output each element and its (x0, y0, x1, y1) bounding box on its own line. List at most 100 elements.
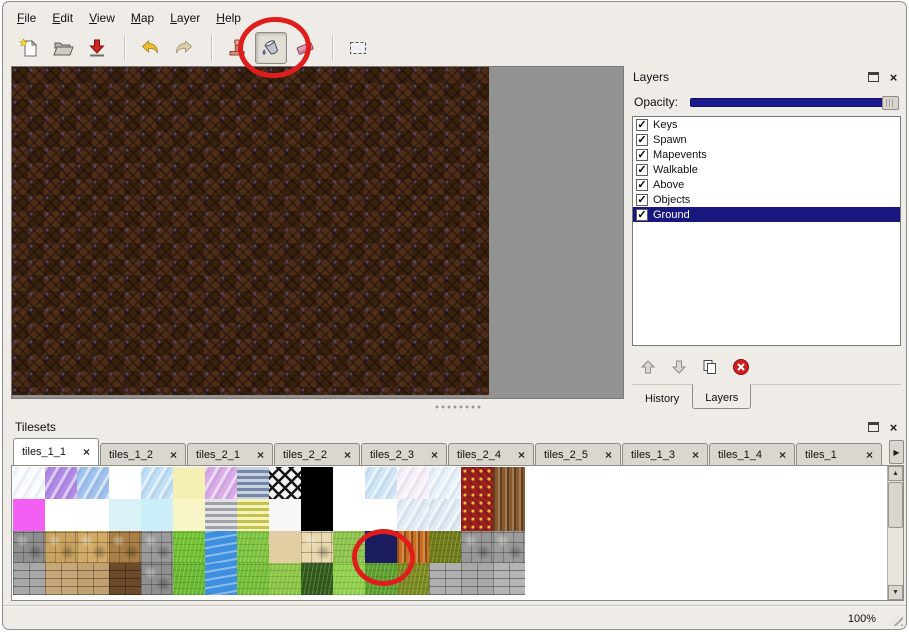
tab-close-icon[interactable]: × (692, 448, 699, 462)
palette-tile-r0c4[interactable] (141, 467, 173, 499)
tab-close-icon[interactable]: × (518, 448, 525, 462)
tileset-tab-tiles_2_2[interactable]: tiles_2_2× (274, 443, 360, 465)
tab-close-icon[interactable]: × (170, 448, 177, 462)
layer-visibility-checkbox[interactable]: ✓ (636, 194, 648, 206)
menu-item-file[interactable]: File (9, 7, 44, 28)
palette-tile-r2c7[interactable] (237, 531, 269, 563)
palette-tile-r1c15[interactable] (493, 499, 525, 531)
menu-item-layer[interactable]: Layer (162, 7, 208, 28)
tab-close-icon[interactable]: × (83, 445, 90, 459)
dock-tab-layers[interactable]: Layers (692, 384, 751, 409)
palette-tile-r0c9[interactable] (301, 467, 333, 499)
palette-tile-r3c1[interactable] (45, 563, 77, 595)
palette-tile-r2c15[interactable] (493, 531, 525, 563)
palette-tile-r0c2[interactable] (77, 467, 109, 499)
palette-tile-r1c13[interactable] (429, 499, 461, 531)
layer-visibility-checkbox[interactable]: ✓ (636, 119, 648, 131)
scroll-down-icon[interactable]: ▼ (888, 585, 903, 600)
tileset-tab-tiles_1_1[interactable]: tiles_1_1× (13, 438, 99, 465)
palette-tile-r0c14[interactable] (461, 467, 493, 499)
layer-visibility-checkbox[interactable]: ✓ (636, 179, 648, 191)
palette-tile-r0c10[interactable] (333, 467, 365, 499)
palette-tile-r0c6[interactable] (205, 467, 237, 499)
palette-tile-r1c10[interactable] (333, 499, 365, 531)
palette-tile-r0c7[interactable] (237, 467, 269, 499)
palette-tile-r3c14[interactable] (461, 563, 493, 595)
palette-tile-r1c8[interactable] (269, 499, 301, 531)
tab-close-icon[interactable]: × (779, 448, 786, 462)
tab-close-icon[interactable]: × (257, 448, 264, 462)
tileset-tab-tiles_2_1[interactable]: tiles_2_1× (187, 443, 273, 465)
palette-tile-r2c13[interactable] (429, 531, 461, 563)
tileset-tab-tiles_2_5[interactable]: tiles_2_5× (535, 443, 621, 465)
palette-tile-r1c3[interactable] (109, 499, 141, 531)
layer-row-walkable[interactable]: ✓Walkable (633, 162, 900, 177)
tab-close-icon[interactable]: × (431, 448, 438, 462)
palette-tile-r3c5[interactable] (173, 563, 205, 595)
palette-tile-r2c6[interactable] (205, 531, 237, 563)
float-panel-icon[interactable] (868, 422, 879, 432)
scrollbar-thumb[interactable] (888, 482, 903, 528)
palette-tile-r3c15[interactable] (493, 563, 525, 595)
tab-close-icon[interactable]: × (605, 448, 612, 462)
tileset-tab-tiles_2_3[interactable]: tiles_2_3× (361, 443, 447, 465)
palette-tile-r0c11[interactable] (365, 467, 397, 499)
layer-row-keys[interactable]: ✓Keys (633, 117, 900, 132)
tab-close-icon[interactable]: × (866, 448, 873, 462)
tileset-tab-tiles_1[interactable]: tiles_1× (796, 443, 882, 465)
layer-visibility-checkbox[interactable]: ✓ (636, 149, 648, 161)
open-button[interactable] (47, 32, 79, 64)
palette-tile-r1c0[interactable] (13, 499, 45, 531)
undo-button[interactable] (134, 32, 166, 64)
duplicate-layer-button[interactable] (701, 358, 719, 376)
rect-select-tool-button[interactable] (342, 32, 374, 64)
palette-tile-r3c7[interactable] (237, 563, 269, 595)
close-panel-icon[interactable]: × (887, 422, 900, 433)
palette-tile-r0c15[interactable] (493, 467, 525, 499)
palette-tile-r0c0[interactable] (13, 467, 45, 499)
tab-close-icon[interactable]: × (344, 448, 351, 462)
tileset-tab-tiles_1_4[interactable]: tiles_1_4× (709, 443, 795, 465)
menu-item-map[interactable]: Map (123, 7, 162, 28)
palette-tile-r0c5[interactable] (173, 467, 205, 499)
palette-tile-r2c9[interactable] (301, 531, 333, 563)
layer-row-objects[interactable]: ✓Objects (633, 192, 900, 207)
palette-tile-r2c3[interactable] (109, 531, 141, 563)
raise-layer-button[interactable] (639, 358, 657, 376)
map-canvas[interactable] (12, 67, 489, 395)
new-map-button[interactable] (13, 32, 45, 64)
palette-tile-r3c0[interactable] (13, 563, 45, 595)
palette-tile-r0c12[interactable] (397, 467, 429, 499)
palette-tile-r3c3[interactable] (109, 563, 141, 595)
palette-tile-r3c9[interactable] (301, 563, 333, 595)
tileset-tab-tiles_1_2[interactable]: tiles_1_2× (100, 443, 186, 465)
opacity-slider-handle[interactable] (882, 96, 899, 110)
palette-tile-r0c13[interactable] (429, 467, 461, 499)
menu-item-help[interactable]: Help (208, 7, 249, 28)
redo-button[interactable] (168, 32, 200, 64)
close-panel-icon[interactable]: × (887, 72, 900, 83)
float-panel-icon[interactable] (868, 72, 879, 82)
layer-visibility-checkbox[interactable]: ✓ (636, 134, 648, 146)
layer-row-above[interactable]: ✓Above (633, 177, 900, 192)
palette-tile-r3c8[interactable] (269, 563, 301, 595)
palette-scrollbar[interactable]: ▲ ▼ (887, 466, 903, 600)
menu-item-view[interactable]: View (81, 7, 123, 28)
palette-tile-r2c0[interactable] (13, 531, 45, 563)
palette-tile-r3c13[interactable] (429, 563, 461, 595)
tab-scroll-right-button[interactable]: ▶ (889, 440, 904, 464)
palette-tile-r1c12[interactable] (397, 499, 429, 531)
palette-tile-r2c5[interactable] (173, 531, 205, 563)
palette-tile-r1c4[interactable] (141, 499, 173, 531)
delete-layer-button[interactable] (732, 358, 750, 376)
palette-tile-r3c6[interactable] (205, 563, 237, 595)
palette-tile-r3c4[interactable] (141, 563, 173, 595)
menu-item-edit[interactable]: Edit (44, 7, 81, 28)
palette-tile-r1c11[interactable] (365, 499, 397, 531)
palette-tile-r3c2[interactable] (77, 563, 109, 595)
opacity-slider[interactable] (690, 98, 899, 107)
palette-tile-r1c14[interactable] (461, 499, 493, 531)
palette-tile-r1c7[interactable] (237, 499, 269, 531)
save-button[interactable] (81, 32, 113, 64)
layer-row-spawn[interactable]: ✓Spawn (633, 132, 900, 147)
